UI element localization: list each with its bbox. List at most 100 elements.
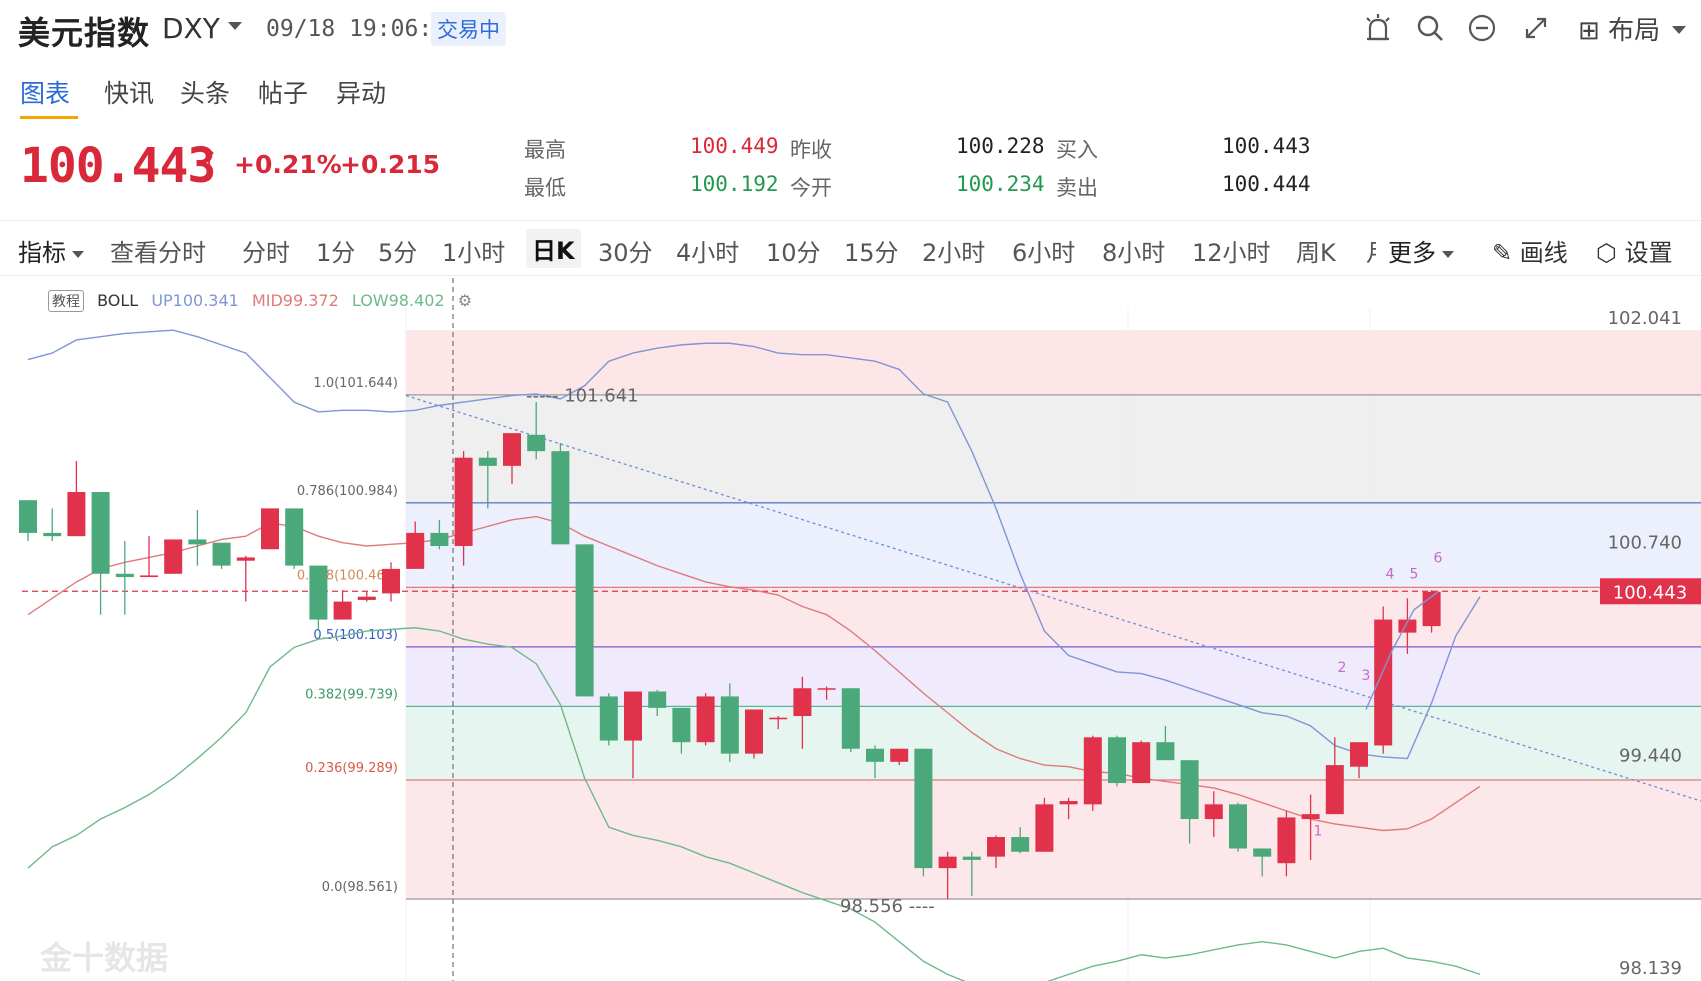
open-label: 今开	[790, 176, 832, 200]
candle-body	[1180, 760, 1199, 820]
candle-body	[1156, 742, 1175, 761]
candle-body	[817, 688, 836, 690]
minus-circle-icon[interactable]	[1466, 12, 1498, 44]
candle-body	[1132, 742, 1151, 784]
alarm-icon[interactable]	[1362, 12, 1394, 44]
price-axis-tick: 100.740	[1608, 533, 1682, 554]
chart-toolbar: 指标 查看分时 分时 1分 5分 1小时 日K 30分 4小时 10分 15分 …	[0, 220, 1701, 276]
layout-button[interactable]: ⊞ 布局	[1578, 10, 1660, 47]
pencil-icon: ✎	[1492, 239, 1513, 267]
candle-body	[914, 748, 933, 869]
change-percent: +0.21%	[234, 150, 342, 179]
page-title: 美元指数	[18, 14, 151, 52]
candle-body	[720, 696, 739, 754]
candle-body	[91, 492, 110, 574]
tab-chart[interactable]: 图表	[20, 74, 70, 110]
indicators-label: 指标	[18, 239, 66, 267]
timeframe-2h[interactable]: 2小时	[922, 233, 985, 268]
fullscreen-icon[interactable]	[1520, 12, 1552, 44]
fib-label: 0.0(98.561)	[322, 880, 398, 895]
timeframe-6h[interactable]: 6小时	[1012, 233, 1075, 268]
candle-body	[236, 557, 255, 561]
tab-active-indicator	[20, 116, 78, 119]
boll-mid-value: MID99.372	[251, 291, 339, 310]
candlestick-chart[interactable]: 1.0(101.644)0.786(100.984)0.618(100.467)…	[0, 278, 1701, 981]
indicators-button[interactable]: 指标	[18, 233, 84, 268]
view-intraday-button[interactable]: 查看分时	[110, 233, 206, 268]
low-marker: 98.556 ----	[840, 896, 935, 917]
settings-button[interactable]: ⬡ 设置	[1596, 233, 1673, 268]
candle-body	[599, 696, 618, 741]
candle-body	[503, 433, 521, 466]
price-axis-tick: 98.139	[1619, 958, 1682, 979]
timeframe-monthly[interactable]: 月	[1366, 233, 1376, 268]
candle-body	[1011, 837, 1030, 852]
more-label: 更多	[1388, 239, 1436, 267]
candle-body	[1301, 814, 1320, 820]
timeframe-8h[interactable]: 8小时	[1102, 233, 1165, 268]
indicator-name: BOLL	[97, 291, 139, 310]
candle-body	[164, 539, 183, 574]
watermark-logo: 金十数据	[40, 939, 169, 977]
grid-icon: ⊞	[1578, 16, 1600, 46]
draw-button[interactable]: ✎ 画线	[1492, 233, 1568, 268]
last-price: 100.443	[20, 138, 216, 194]
timeframe-4h[interactable]: 4小时	[676, 233, 739, 268]
bid-label: 买入	[1056, 138, 1098, 162]
candle-body	[696, 696, 715, 743]
candle-body	[866, 748, 884, 762]
timeframe-30m[interactable]: 30分	[598, 233, 653, 268]
tab-movements[interactable]: 异动	[336, 74, 386, 110]
fib-zone	[406, 502, 1701, 588]
candle-body	[1350, 742, 1368, 767]
fib-label: 0.236(99.289)	[305, 761, 398, 776]
search-icon[interactable]	[1414, 12, 1446, 44]
timeframe-daily[interactable]: 日K	[526, 229, 581, 268]
tutorial-tag[interactable]: 教程	[48, 290, 84, 312]
candle-body	[212, 542, 231, 566]
timeframe-10m[interactable]: 10分	[766, 233, 821, 268]
timeframe-15m[interactable]: 15分	[844, 233, 899, 268]
candle-body	[527, 434, 546, 452]
chevron-down-icon[interactable]	[228, 22, 242, 30]
settings-icon[interactable]: ⚙	[458, 291, 472, 310]
candle-body	[115, 573, 134, 578]
candle-body	[890, 748, 909, 762]
timeframe-1h[interactable]: 1小时	[442, 233, 505, 268]
candle-body	[333, 601, 352, 620]
symbol-selector[interactable]: DXY	[162, 12, 220, 45]
fib-zone	[406, 394, 1701, 503]
candle-body	[140, 575, 158, 578]
chevron-down-icon[interactable]	[1672, 26, 1686, 34]
timeframe-weekly[interactable]: 周K	[1296, 233, 1336, 268]
fib-zone	[406, 779, 1701, 900]
timeframe-12h[interactable]: 12小时	[1192, 233, 1271, 268]
boll-low-value: LOW98.402	[351, 291, 445, 310]
timeframe-5m[interactable]: 5分	[378, 233, 417, 268]
candle-body	[938, 856, 957, 869]
more-button[interactable]: 更多	[1388, 233, 1454, 268]
timeframe-intraday[interactable]: 分时	[242, 233, 290, 268]
arrow-up-icon: ↑	[200, 146, 219, 171]
candle-body	[1083, 737, 1102, 805]
chart-area[interactable]: 1.0(101.644) 0.786(100.984) 0.618(100.467)…	[0, 278, 1701, 981]
candle-body	[624, 691, 642, 741]
candle-body	[1108, 737, 1126, 784]
open-value: 100.234	[956, 172, 1045, 196]
candle-body	[1204, 804, 1223, 820]
tab-headlines[interactable]: 头条	[180, 74, 230, 110]
tab-posts[interactable]: 帖子	[258, 74, 308, 110]
settings-label: 设置	[1624, 239, 1673, 267]
candle-body	[1059, 801, 1078, 805]
status-badge: 交易中	[431, 12, 506, 46]
timeframe-1m[interactable]: 1分	[316, 233, 355, 268]
prev-close-value: 100.228	[956, 134, 1045, 158]
candle-body	[357, 596, 376, 600]
candle-body	[575, 544, 594, 697]
tab-flash[interactable]: 快讯	[104, 74, 154, 110]
price-axis-tick: 102.041	[1608, 308, 1682, 329]
candle-body	[430, 532, 449, 546]
candle-body	[962, 856, 981, 860]
candle-body	[67, 492, 86, 537]
fib-label: 0.786(100.984)	[297, 484, 398, 499]
